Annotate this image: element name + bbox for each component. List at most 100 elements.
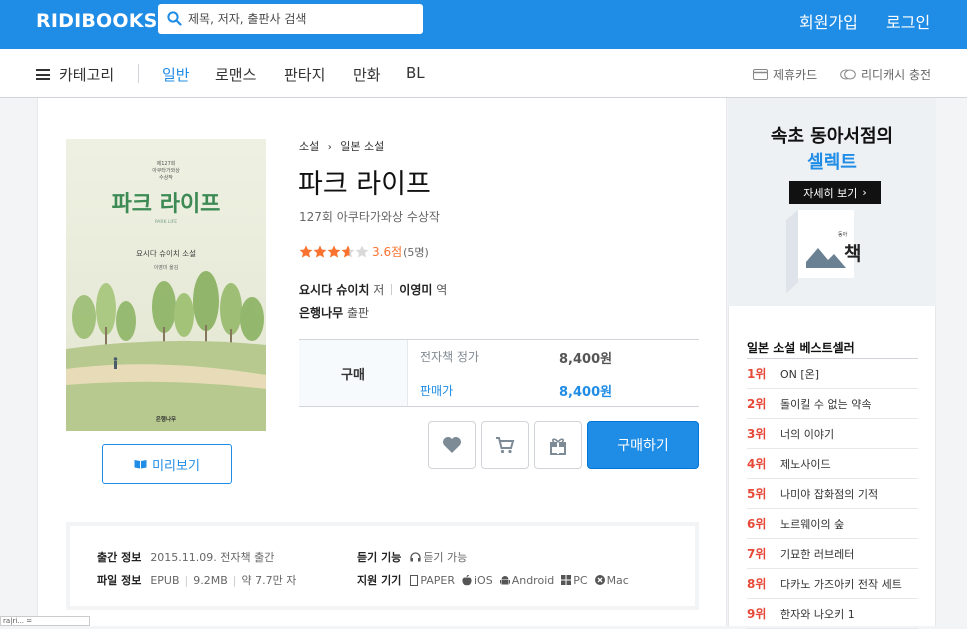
banner-detail-button[interactable]: 자세히 보기 › [789,181,881,204]
chevron-right-icon: › [327,142,332,153]
rating-count: (5명) [403,245,429,259]
price-table: 구매 전자책 정가 8,400원 판매가 8,400원 [299,339,699,407]
publication-date: 2015.11.09. [150,550,217,564]
category-label: 카테고리 [59,66,115,84]
list-price-value: 8,400원 [559,352,613,367]
breadcrumb-novel[interactable]: 소설 [299,140,319,153]
purchase-type-label: 구매 [299,340,408,406]
preview-button[interactable]: 미리보기 [102,444,232,484]
search-box[interactable] [158,4,423,34]
star-icon [313,245,327,258]
svg-text:은행나무: 은행나무 [156,415,176,423]
listen-info: 듣기 기능 듣기 가능 [357,549,467,565]
file-info-label: 파일 정보 [97,574,142,587]
bestseller-item[interactable]: 7위 기묘한 러브레터 [747,539,918,569]
author-link[interactable]: 요시다 슈이치 [299,281,369,298]
search-input[interactable] [188,4,416,34]
ridibooks-logo[interactable]: RIDIBOOKS [36,10,158,32]
book-rating: 3.6점 (5명) [299,243,429,260]
file-format: EPUB [150,573,180,587]
device-paper: PAPER [410,574,455,587]
preview-label: 미리보기 [152,458,200,474]
supported-devices-label: 지원 기기 [357,574,402,587]
bestseller-rank: 2위 [747,397,767,411]
gift-icon [550,437,566,455]
bestseller-rank: 4위 [747,457,767,471]
bestseller-item[interactable]: 3위 너의 이야기 [747,419,918,449]
card-icon [753,69,768,80]
nav-divider [138,64,139,83]
banner-detail-label: 자세히 보기 [803,186,858,200]
book-title: 파크 라이프 [298,169,431,200]
cart-icon [496,437,515,454]
signup-link[interactable]: 회원가입 [799,9,858,33]
book-cover[interactable]: 제127회 아쿠타가와상 수상작 파크 라이프 PARK LIFE 요시다 슈이… [66,139,266,431]
bestseller-rank: 5위 [747,487,767,501]
supported-devices: 지원 기기 PAPER iOS Android PC Mac [357,572,636,588]
device-pc-label: PC [573,573,588,587]
bestseller-rank: 1위 [747,367,767,381]
bestseller-book-title: 기묘한 러브레터 [780,547,855,561]
list-price-label: 전자책 정가 [420,350,480,364]
star-icon [299,245,313,258]
divider: | [184,573,189,587]
sale-price-label: 판매가 [420,384,454,398]
login-link[interactable]: 로그인 [886,9,930,33]
tab-comics[interactable]: 만화 [353,64,381,85]
translator-link[interactable]: 이영미 [399,281,432,298]
svg-text:PARK LIFE: PARK LIFE [155,219,177,225]
bestseller-item[interactable]: 6위 노르웨이의 숲 [747,509,918,539]
breadcrumb-japanese-novel[interactable]: 일본 소설 [340,140,384,153]
android-icon [499,575,510,584]
coin-icon [840,69,856,80]
listen-value: 듣기 가능 [423,551,468,564]
translator-role: 역 [436,283,448,297]
gift-button[interactable] [534,421,582,469]
chevron-right-icon: › [862,186,867,199]
device-android: Android [499,574,554,587]
headphones-icon [410,552,421,562]
bestseller-book-title: 노르웨이의 숲 [780,517,845,531]
bestseller-item[interactable]: 1위 ON [온] [747,359,918,389]
cart-button[interactable] [481,421,529,469]
device-mac-label: Mac [606,573,629,587]
tab-romance[interactable]: 로맨스 [215,64,256,85]
bestseller-title: 일본 소설 베스트셀러 [747,341,855,355]
windows-icon [561,575,572,585]
svg-text:파크 라이프: 파크 라이프 [112,192,221,217]
tab-fantasy[interactable]: 판타지 [284,64,325,85]
device-pc: PC [561,573,588,587]
device-ios: iOS [462,574,493,587]
bestseller-item[interactable]: 9위 한자와 나오키 1 [747,599,918,629]
tab-bl[interactable]: BL [406,64,425,82]
svg-text:이영미 옮김: 이영미 옮김 [154,264,179,271]
purchase-button[interactable]: 구매하기 [587,421,699,469]
ridicash-link[interactable]: 리디캐시 충전 [840,66,931,83]
svg-text:동아: 동아 [838,231,848,238]
rating-score: 3.6점 [372,245,403,259]
tab-general[interactable]: 일반 [162,64,190,85]
svg-text:아쿠타가와상: 아쿠타가와상 [152,167,180,174]
file-size: 9.2MB [193,573,228,587]
status-tooltip: ra|ri... = [0,616,90,626]
publisher-role: 출판 [347,306,370,320]
partner-card-link[interactable]: 제휴카드 [753,66,817,83]
svg-text:요시다 슈이치 소설: 요시다 슈이치 소설 [136,248,196,258]
bestseller-item[interactable]: 8위 다카노 가즈아키 전작 세트 [747,569,918,599]
publisher-link[interactable]: 은행나무 [299,306,343,320]
file-info: 파일 정보 EPUB | 9.2MB | 약 7.7만 자 [97,572,296,588]
bestseller-item[interactable]: 2위 돌이킬 수 없는 약속 [747,389,918,419]
bestseller-rank: 9위 [747,607,767,621]
wishlist-button[interactable] [428,421,476,469]
char-count: 약 7.7만 자 [241,574,297,587]
bestseller-book-title: ON [온] [780,367,820,381]
mac-icon [594,575,605,585]
search-icon [167,11,182,30]
category-menu-button[interactable]: 카테고리 [36,64,114,85]
top-bar: RIDIBOOKS 회원가입 로그인 [0,0,967,49]
bestseller-item[interactable]: 4위 제노사이드 [747,449,918,479]
bestseller-book-title: 너의 이야기 [780,427,835,441]
divider: | [232,573,237,587]
bestseller-book-title: 돌이킬 수 없는 약속 [780,397,872,411]
bestseller-item[interactable]: 5위 나미야 잡화점의 기적 [747,479,918,509]
